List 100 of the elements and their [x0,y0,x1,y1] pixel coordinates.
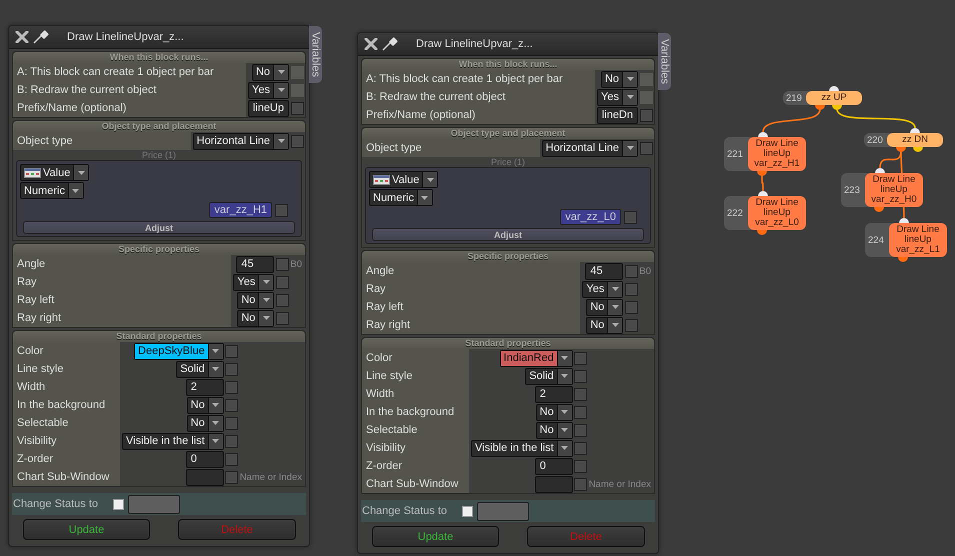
node-label[interactable]: Draw Line lineUp var_zz_L1 [889,223,947,257]
checkbox[interactable] [275,204,288,216]
connector-port[interactable] [875,168,885,173]
dropdown[interactable]: No [186,396,224,414]
dropdown[interactable]: Visible in the list [471,440,573,456]
checkbox[interactable] [624,282,638,296]
checkbox[interactable] [225,398,238,412]
connector-port[interactable] [874,207,884,212]
dropdown[interactable]: Value [369,171,438,188]
dropdown[interactable]: No [186,414,224,432]
checkbox[interactable] [225,416,238,430]
node-label[interactable]: Draw Line lineUp var_zz_H1 [748,137,806,171]
dropdown[interactable]: Solid [176,360,224,378]
checkbox[interactable] [290,102,304,114]
checkbox[interactable] [624,264,638,278]
checkbox[interactable] [640,142,652,154]
dropdown[interactable]: Value [20,164,90,181]
dropdown[interactable]: No [237,310,274,326]
update-button[interactable]: Update [23,519,150,540]
status-field[interactable] [128,494,180,514]
variable-chip[interactable]: var_zz_H1 [209,202,272,218]
checkbox[interactable] [276,276,289,288]
pin-icon[interactable] [33,30,51,44]
checkbox[interactable] [574,442,588,454]
dropdown[interactable]: No [237,292,274,308]
input-field[interactable] [186,468,224,486]
group-label: Price (1) [140,150,177,160]
checkbox[interactable] [225,362,238,376]
connector-port[interactable] [910,128,920,133]
input-field[interactable]: lineDn [596,106,638,124]
checkbox[interactable] [225,380,238,394]
checkbox[interactable] [113,498,124,510]
input-field[interactable] [534,476,573,492]
connector-port[interactable] [829,86,839,91]
checkbox[interactable] [225,344,238,358]
checkbox[interactable] [276,312,289,324]
checkbox[interactable] [276,258,289,270]
dropdown[interactable]: DeepSkyBlue [134,342,224,360]
checkbox[interactable] [574,352,588,364]
checkbox[interactable] [225,434,238,448]
close-icon[interactable] [364,38,378,50]
dropdown[interactable]: Horizontal Line [542,140,638,156]
checkbox[interactable] [462,506,473,516]
close-icon[interactable] [15,31,29,43]
input-field[interactable]: 45 [585,262,624,280]
dropdown[interactable]: No [536,422,573,438]
dropdown[interactable]: Visible in the list [122,432,224,450]
adjust-button[interactable]: Adjust [372,228,644,241]
connector-port[interactable] [758,191,768,196]
checkbox[interactable] [640,108,652,122]
checkbox[interactable] [225,452,238,466]
window-title: Draw LinelineUpvar_z... [416,38,533,50]
dropdown[interactable]: No [536,404,573,420]
connector-port[interactable] [757,171,767,176]
status-field[interactable] [477,502,529,520]
connector-port[interactable] [899,218,909,223]
input-field[interactable]: 2 [534,386,573,402]
node-label[interactable]: Draw Line lineUp var_zz_L0 [748,196,806,230]
checkbox[interactable] [225,470,238,484]
input-field[interactable]: 45 [236,256,274,272]
dropdown[interactable]: IndianRed [500,350,573,366]
connector-port[interactable] [898,257,908,262]
node-label[interactable]: zz DN [887,133,943,147]
checkbox[interactable] [574,478,588,490]
dropdown[interactable]: No [586,298,624,316]
variable-chip[interactable]: var_zz_L0 [560,209,621,225]
side-tab[interactable]: Variables [658,33,671,90]
checkbox[interactable] [290,134,304,148]
input-field[interactable]: 0 [186,450,224,468]
dropdown[interactable]: Horizontal Line [192,132,289,150]
node-label[interactable]: Draw Line lineUp var_zz_H0 [865,173,923,207]
checkbox[interactable] [574,406,588,418]
update-button[interactable]: Update [372,526,499,547]
connector-port[interactable] [758,132,768,137]
section-heading: Standard properties [362,338,654,349]
dropdown[interactable]: Solid [525,368,573,384]
checkbox[interactable] [574,460,588,472]
checkbox[interactable] [624,318,638,332]
dropdown[interactable]: Yes [233,274,274,290]
dropdown[interactable]: Numeric [20,182,84,199]
dropdown[interactable]: Yes [582,280,624,298]
checkbox[interactable] [624,300,638,314]
checkbox[interactable] [624,210,637,224]
checkbox[interactable] [574,370,588,382]
checkbox[interactable] [574,388,588,400]
field-label: A: This block can create 1 object per bar [13,63,246,81]
checkbox[interactable] [276,294,289,306]
side-tab[interactable]: Variables [309,26,322,84]
input-field[interactable]: 2 [186,378,224,396]
dropdown[interactable]: Numeric [369,189,433,206]
node-label[interactable]: zz UP [806,91,862,105]
field-label: In the background [362,403,470,421]
checkbox[interactable] [574,424,588,436]
input-field[interactable]: lineUp [248,100,289,116]
adjust-button[interactable]: Adjust [23,221,295,234]
input-field[interactable]: 0 [534,458,573,474]
dropdown[interactable]: No [586,316,624,334]
connector-port[interactable] [757,230,767,235]
field-label: Width [13,378,120,396]
pin-icon[interactable] [382,37,400,51]
